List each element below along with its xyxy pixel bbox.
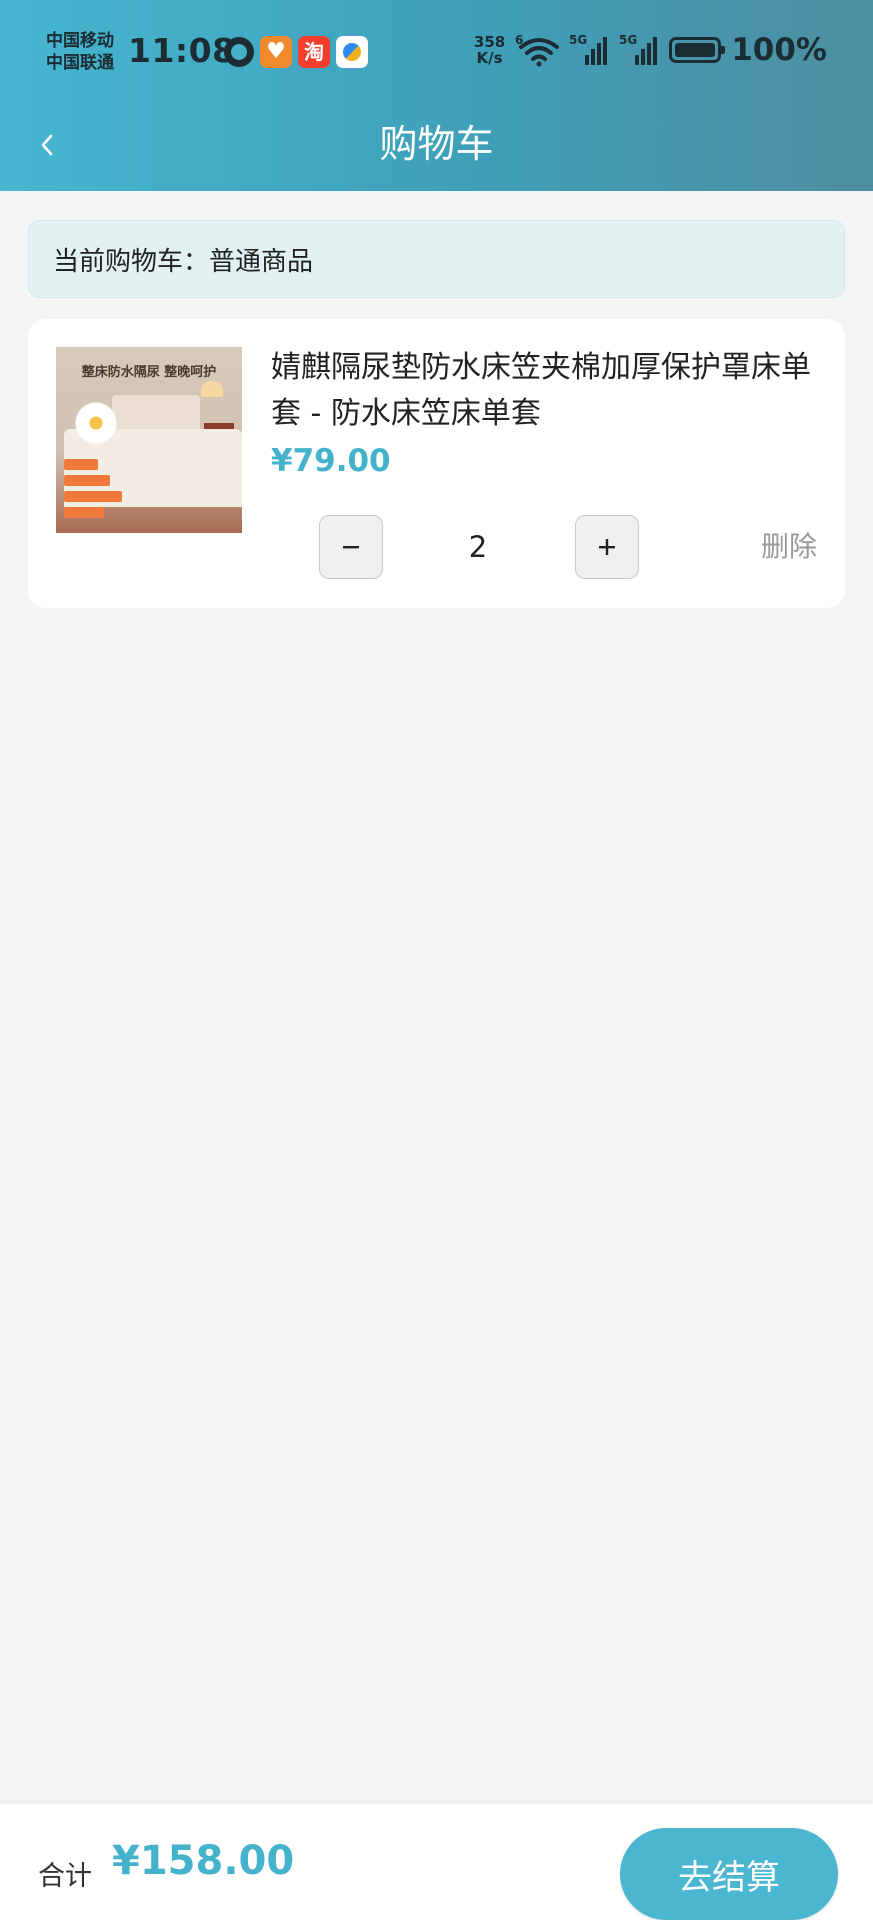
- signal-2-label: 5G: [619, 33, 637, 47]
- taobao-app-icon: [298, 36, 330, 68]
- quantity-increase-button[interactable]: [575, 515, 639, 579]
- quantity-value[interactable]: 2: [413, 515, 543, 579]
- checkout-bar: 合计 ¥158.00 去结算: [0, 1804, 873, 1920]
- alarm-icon: [224, 37, 254, 67]
- total-amount: ¥158.00: [112, 1838, 295, 1884]
- pay-app-icon: [336, 36, 368, 68]
- page-title: 购物车: [379, 122, 494, 166]
- header: 中国移动 中国联通 11:08 358 K/s 6 5G: [0, 0, 873, 191]
- cart-type-text: 当前购物车：普通商品: [53, 246, 314, 277]
- status-indicators: 358 K/s 6 5G 5G 100%: [474, 30, 827, 70]
- battery-percent: 100%: [731, 32, 827, 68]
- signal-icon-2: 5G: [619, 33, 658, 65]
- product-image-flower: [74, 401, 118, 445]
- quantity-decrease-button[interactable]: [319, 515, 383, 579]
- carrier-info: 中国移动 中国联通: [46, 30, 114, 74]
- status-time: 11:08: [128, 31, 236, 70]
- carrier-2: 中国联通: [46, 53, 114, 73]
- battery-fill: [675, 43, 716, 57]
- product-image-caption: 整床防水隔尿 整晚呵护: [81, 365, 217, 380]
- product-image-tag: [64, 491, 122, 502]
- signal-icon-1: 5G: [569, 33, 608, 65]
- product-image-tag: [64, 507, 104, 518]
- notification-icons: [224, 36, 368, 68]
- product-image[interactable]: 整床防水隔尿 整晚呵护: [56, 347, 242, 533]
- health-app-icon: [260, 36, 292, 68]
- carrier-1: 中国移动: [46, 31, 114, 51]
- product-title[interactable]: 婧麒隔尿垫防水床笠夹棉加厚保护罩床单套 - 防水床笠床单套: [271, 345, 811, 437]
- total-label: 合计: [38, 1861, 92, 1892]
- battery-icon: [669, 37, 726, 63]
- signal-1-label: 5G: [569, 33, 587, 47]
- minus-icon: [343, 546, 359, 549]
- network-speed-value: 358: [473, 33, 506, 51]
- product-image-lamp: [201, 381, 223, 397]
- cart-type-banner: 当前购物车：普通商品: [28, 220, 845, 298]
- product-price: ¥79.00: [271, 443, 391, 479]
- network-speed: 358 K/s: [474, 34, 505, 66]
- wifi-icon: 6: [515, 33, 560, 67]
- network-speed-unit: K/s: [476, 49, 503, 67]
- product-image-tag: [64, 475, 110, 486]
- cart-item-card: 整床防水隔尿 整晚呵护 婧麒隔尿垫防水床笠夹棉加厚保护罩床单套 - 防水床笠床单…: [28, 319, 845, 608]
- status-bar: 中国移动 中国联通 11:08 358 K/s 6 5G: [0, 0, 873, 100]
- plus-icon: [599, 539, 615, 555]
- product-image-tag: [64, 459, 98, 470]
- delete-button[interactable]: 删除: [761, 515, 817, 579]
- title-bar: 购物车: [0, 100, 873, 191]
- checkout-button[interactable]: 去结算: [620, 1828, 838, 1920]
